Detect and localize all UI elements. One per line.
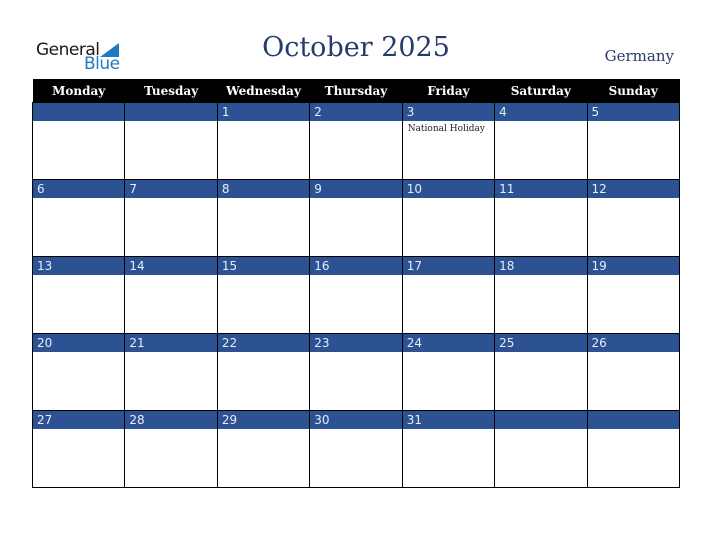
day-number: 10: [402, 180, 495, 198]
day-number: 7: [125, 180, 217, 198]
week-row: 13 14 15 16 17 18 19: [31, 256, 681, 334]
day-cell[interactable]: 12: [586, 179, 681, 257]
day-cell[interactable]: 9: [309, 179, 403, 257]
day-cell[interactable]: 16: [309, 256, 403, 334]
day-number: 4: [495, 103, 587, 121]
day-number: 8: [217, 180, 310, 198]
day-cell[interactable]: [124, 102, 218, 180]
day-cell[interactable]: 7: [124, 179, 218, 257]
day-number: 12: [587, 180, 679, 198]
day-cell[interactable]: 2: [309, 102, 403, 180]
day-number: 29: [217, 411, 310, 429]
day-number: 21: [125, 334, 217, 352]
day-cell[interactable]: 5: [586, 102, 681, 180]
day-cell[interactable]: 28: [124, 410, 218, 488]
day-number: 27: [33, 411, 125, 429]
day-cell[interactable]: 20: [31, 333, 126, 411]
calendar-grid: Monday Tuesday Wednesday Thursday Friday…: [31, 79, 681, 488]
day-cell[interactable]: 10: [401, 179, 496, 257]
day-cell[interactable]: 31: [401, 410, 496, 488]
day-number: [125, 103, 217, 121]
day-cell[interactable]: 25: [494, 333, 588, 411]
day-number: [495, 411, 587, 429]
week-row: 1 2 3 National Holiday 4 5: [31, 102, 681, 180]
day-number: 25: [495, 334, 587, 352]
week-row: 6 7 8 9 10 11 12: [31, 179, 681, 257]
day-number: 9: [310, 180, 402, 198]
day-number: 2: [310, 103, 402, 121]
day-cell[interactable]: 11: [494, 179, 588, 257]
day-cell[interactable]: 4: [494, 102, 588, 180]
day-number: 31: [402, 411, 495, 429]
weekday-header: Saturday: [494, 79, 588, 103]
day-cell[interactable]: 13: [31, 256, 126, 334]
day-number: 24: [402, 334, 495, 352]
day-number: 26: [587, 334, 679, 352]
day-cell[interactable]: 8: [216, 179, 311, 257]
weekday-header: Friday: [402, 79, 495, 103]
day-number: 23: [310, 334, 402, 352]
day-number: 30: [310, 411, 402, 429]
day-number: 11: [495, 180, 587, 198]
weekday-header-row: Monday Tuesday Wednesday Thursday Friday…: [32, 79, 680, 103]
weekday-header: Wednesday: [217, 79, 310, 103]
day-number: 16: [310, 257, 402, 275]
day-cell[interactable]: 15: [216, 256, 311, 334]
weekday-header: Sunday: [587, 79, 680, 103]
day-cell[interactable]: 1: [216, 102, 311, 180]
day-cell[interactable]: 24: [401, 333, 496, 411]
day-cell[interactable]: [586, 410, 681, 488]
day-cell[interactable]: 27: [31, 410, 126, 488]
day-number: [33, 103, 125, 121]
day-number: 15: [217, 257, 310, 275]
weekday-header: Tuesday: [124, 79, 218, 103]
day-cell[interactable]: 17: [401, 256, 496, 334]
day-number: 14: [125, 257, 217, 275]
day-number: 6: [33, 180, 125, 198]
day-cell[interactable]: [494, 410, 588, 488]
day-number: 5: [587, 103, 679, 121]
day-cell[interactable]: 22: [216, 333, 311, 411]
day-cell[interactable]: 30: [309, 410, 403, 488]
day-number: 3: [402, 103, 495, 121]
day-cell[interactable]: 21: [124, 333, 218, 411]
day-number: 20: [33, 334, 125, 352]
day-cell[interactable]: 29: [216, 410, 311, 488]
day-number: 22: [217, 334, 310, 352]
holiday-event: National Holiday: [407, 124, 485, 134]
day-cell[interactable]: 23: [309, 333, 403, 411]
country-label: Germany: [604, 47, 674, 65]
day-cell[interactable]: [31, 102, 126, 180]
day-number: 13: [33, 257, 125, 275]
day-cell[interactable]: 3 National Holiday: [401, 102, 496, 180]
day-cell[interactable]: 14: [124, 256, 218, 334]
weekday-header: Thursday: [309, 79, 403, 103]
day-number: 28: [125, 411, 217, 429]
day-number: 1: [217, 103, 310, 121]
weekday-header: Monday: [32, 79, 125, 103]
week-row: 27 28 29 30 31: [31, 410, 681, 488]
day-cell[interactable]: 26: [586, 333, 681, 411]
day-cell[interactable]: 6: [31, 179, 126, 257]
day-number: [587, 411, 679, 429]
day-cell[interactable]: 18: [494, 256, 588, 334]
day-number: 17: [402, 257, 495, 275]
day-number: 18: [495, 257, 587, 275]
day-number: 19: [587, 257, 679, 275]
week-row: 20 21 22 23 24 25 26: [31, 333, 681, 411]
day-cell[interactable]: 19: [586, 256, 681, 334]
